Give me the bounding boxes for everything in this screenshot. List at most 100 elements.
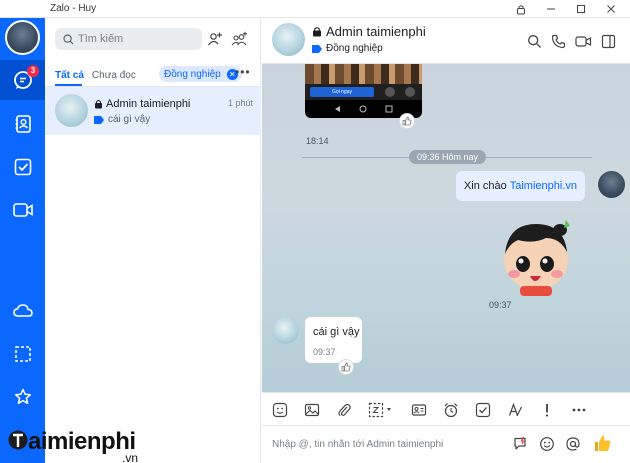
send-image-button[interactable] [303,401,321,419]
chat-header: Admin taimienphi Đồng nghiệp [262,18,630,64]
quick-message-button[interactable] [512,435,530,453]
contact-avatar[interactable] [272,317,299,344]
conversation-time: 1 phút [227,98,253,108]
message-composer [262,426,630,463]
message-time: 09:37 [489,300,512,310]
incoming-message[interactable]: cái gì vậy 09:37 [305,317,362,363]
react-like-button[interactable] [338,359,354,375]
send-like-button[interactable] [592,432,614,454]
nav-contacts[interactable] [0,104,45,144]
message-time: 18:14 [306,136,329,146]
outgoing-message-text: Xin chào [463,180,507,192]
minimize-icon [547,8,555,10]
food-photo [305,64,422,84]
thumbs-up-icon [341,362,351,372]
nav-video-call[interactable] [0,190,45,230]
mention-button[interactable] [564,435,582,453]
more-options-button[interactable]: ••• [235,65,251,79]
nav-cloud[interactable] [0,291,45,331]
add-user-icon [208,32,222,46]
contact-card-icon [411,404,427,416]
react-like-button[interactable] [399,113,415,129]
site-watermark-logo: aimienphi .vn [6,425,156,463]
user-avatar[interactable] [5,20,40,55]
assign-task-button[interactable] [474,401,492,419]
crop-dropdown-icon [368,402,391,418]
attach-file-button[interactable] [335,401,353,419]
crop-frame-icon [14,346,31,362]
message-area[interactable]: Gọi ngay 18:14 09:36 Hôm nay Xin chào Ta… [262,64,630,392]
tab-all[interactable]: Tất cả [55,70,84,81]
left-navigation: 3 [0,0,45,463]
date-separator: 09:36 Hôm nay [409,150,487,164]
incoming-message-text: cái gì vậy [313,326,360,338]
conversation-name: Admin taimienphi [106,98,191,110]
search-icon [527,34,541,48]
chat-avatar[interactable] [272,23,305,56]
emoji-icon [540,437,554,451]
tab-unread[interactable]: Chưa đọc [92,70,136,81]
star-icon [14,388,31,405]
conversation-preview-row: cái gì vậy [94,114,150,125]
more-tools-button[interactable] [570,401,588,419]
task-checkbox-icon [475,402,491,418]
alarm-clock-icon [444,403,458,418]
search-input[interactable] [78,33,198,45]
phone-icon [551,34,565,48]
nav-messages[interactable]: 3 [0,60,45,100]
contact-avatar [55,94,88,127]
minimize-button[interactable] [538,0,564,18]
outgoing-message[interactable]: Xin chào Taimienphi.vn [455,171,585,201]
my-avatar [598,171,625,198]
conversation-list-panel: Tất cả Chưa đọc Đồng nghiệp ✕ ••• Admin … [45,18,261,463]
message-input[interactable] [272,435,502,453]
search-box[interactable] [55,28,202,50]
outgoing-message-link[interactable]: Taimienphi.vn [510,180,577,192]
chat-title[interactable]: Admin taimienphi [326,24,426,39]
emoji-button[interactable] [538,435,556,453]
chat-tag-row[interactable]: Đồng nghiệp [312,43,383,54]
send-contact-card-button[interactable] [410,401,428,419]
conversation-item[interactable]: Admin taimienphi 1 phút cái gì vậy [45,87,261,135]
voice-call-button[interactable] [549,32,567,50]
call-now-label: Gọi ngay [310,87,374,97]
watermark-suffix: .vn [122,451,139,463]
text-format-button[interactable] [506,401,524,419]
label-tag-icon [94,115,104,124]
mark-important-button[interactable] [538,401,556,419]
sticker-button[interactable] [271,401,289,419]
close-button[interactable] [598,0,624,18]
paperclip-icon [338,403,351,417]
nav-todo[interactable] [0,147,45,187]
padlock-icon [95,100,102,109]
conversation-info-button[interactable] [599,32,617,50]
create-group-button[interactable] [230,30,248,48]
image-message[interactable]: Gọi ngay [305,64,422,118]
lock-button[interactable] [508,0,534,18]
filter-label: Đồng nghiệp [164,68,221,80]
image-dot [405,87,415,97]
category-filter-chip[interactable]: Đồng nghiệp ✕ [159,66,242,82]
text-format-icon [508,402,523,417]
video-call-button[interactable] [574,32,592,50]
reminder-button[interactable] [442,401,460,419]
label-tag-icon [312,44,322,53]
nav-screenshot[interactable] [0,334,45,374]
more-horizontal-icon [572,408,586,412]
video-camera-icon [574,35,591,47]
add-friend-button[interactable] [206,30,224,48]
conversation-name-row: Admin taimienphi [94,98,190,110]
search-icon [63,33,74,44]
composer-toolbar [262,392,630,426]
conversation-preview: cái gì vậy [108,114,151,125]
search-messages-button[interactable] [525,32,543,50]
quick-reply-icon [514,436,526,450]
video-camera-icon [12,203,33,217]
nav-favorites[interactable] [0,377,45,417]
screenshot-button[interactable] [367,401,397,419]
brand-t-logo-icon [8,430,28,450]
close-icon [607,5,615,13]
maximize-button[interactable] [568,0,594,18]
cartoon-girl-sticker[interactable] [494,216,578,298]
window-title: Zalo - Huy [50,3,97,14]
